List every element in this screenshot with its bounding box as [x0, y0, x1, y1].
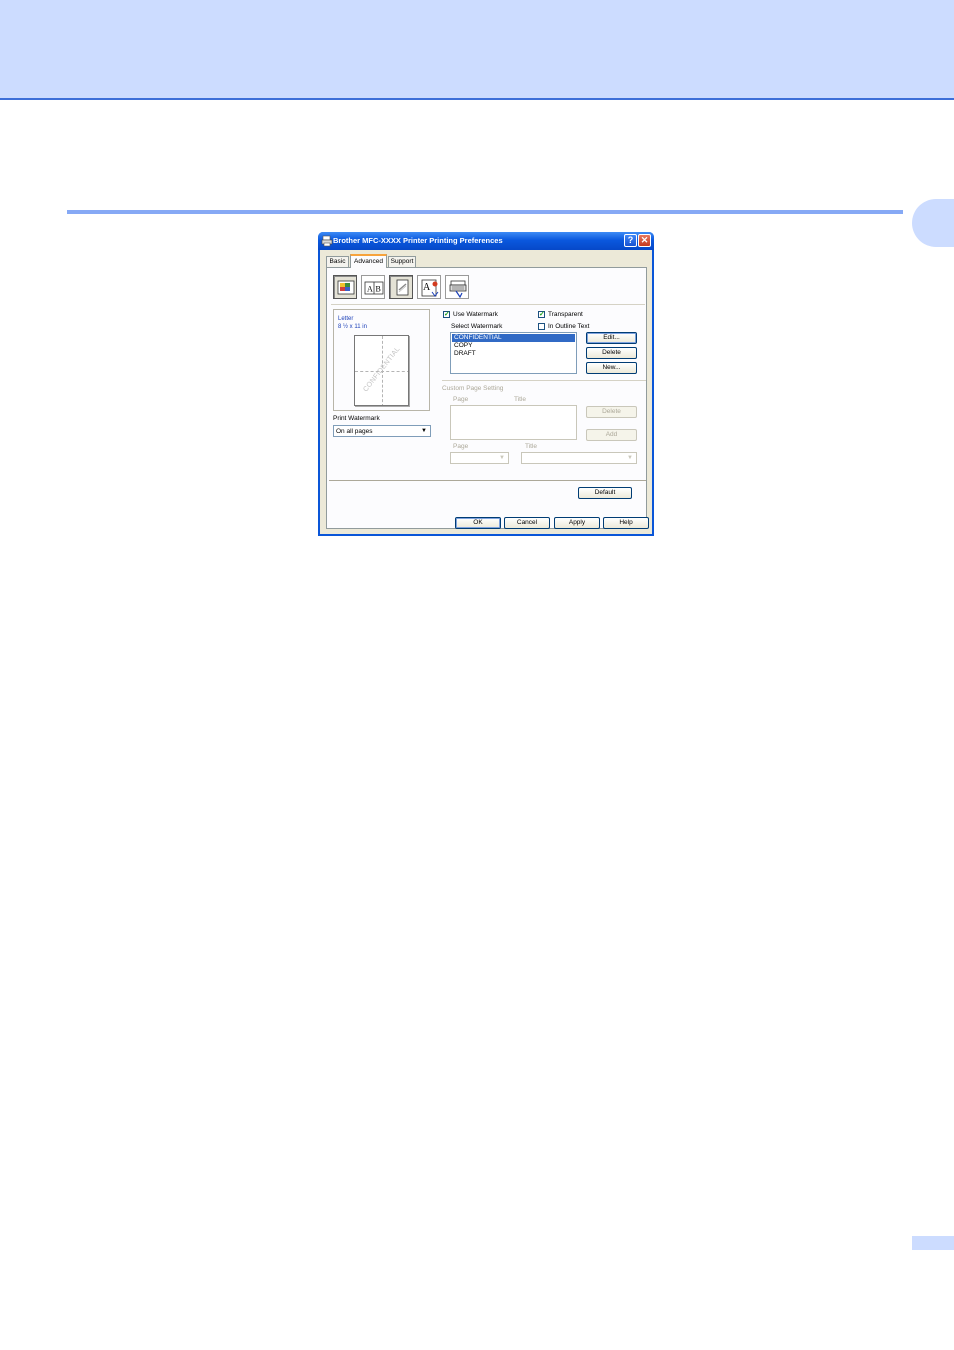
chevron-down-icon[interactable]: ▼ — [419, 427, 429, 435]
custom-page-page-col: Page — [453, 396, 469, 403]
color-icon — [337, 280, 355, 295]
svg-text:B: B — [376, 285, 381, 294]
paper-dimensions: 8 ½ x 11 in — [338, 324, 367, 330]
toolbar-color-button[interactable] — [333, 275, 357, 299]
page-header-band — [0, 0, 954, 100]
page-select-label: Page — [453, 443, 469, 450]
dialog-client: Basic Advanced Support A B A Letter 8 ½ … — [320, 250, 652, 534]
default-button[interactable]: Default — [578, 487, 632, 499]
text-layout-icon: A — [421, 279, 439, 297]
paper-size-label: Letter 8 ½ x 11 in — [338, 315, 367, 331]
tab-support[interactable]: Support — [388, 256, 416, 267]
print-watermark-value: On all pages — [336, 428, 373, 435]
ab-scaling-icon: A B — [364, 281, 384, 295]
svg-text:A: A — [423, 282, 431, 293]
use-watermark-label: Use Watermark — [453, 311, 498, 318]
watermark-preview: Letter 8 ½ x 11 in CONFIDENTIAL — [333, 309, 430, 411]
custom-delete-button[interactable]: Delete — [586, 406, 637, 418]
help-title-button[interactable]: ? — [624, 234, 637, 247]
printing-preferences-dialog: Brother MFC-XXXX Printer Printing Prefer… — [318, 232, 654, 536]
printer-icon — [321, 235, 333, 247]
toolbar-scaling-button[interactable]: A B — [361, 275, 385, 299]
page-select[interactable]: ▼ — [450, 452, 509, 464]
custom-page-title-col: Title — [514, 396, 527, 403]
default-divider — [329, 480, 646, 481]
outline-text-checkbox[interactable] — [538, 323, 545, 330]
toolbar-divider — [331, 304, 645, 305]
delete-watermark-button[interactable]: Delete — [586, 347, 637, 359]
list-item[interactable]: COPY — [452, 342, 575, 350]
device-options-icon — [449, 280, 467, 298]
use-watermark-checkbox[interactable]: ✓ — [443, 311, 450, 318]
custom-add-button[interactable]: Add — [586, 429, 637, 441]
list-item[interactable]: CONFIDENTIAL — [452, 334, 575, 342]
custom-page-divider — [442, 380, 646, 381]
dialog-title: Brother MFC-XXXX Printer Printing Prefer… — [333, 236, 503, 245]
title-select[interactable]: ▼ — [521, 452, 637, 464]
new-watermark-button[interactable]: New... — [586, 362, 637, 374]
chapter-side-tab — [912, 199, 954, 247]
edit-watermark-button[interactable]: Edit... — [586, 332, 637, 344]
advanced-tab-panel: A B A Letter 8 ½ x 11 in CONFIDENTIAL Pr… — [326, 267, 647, 529]
paper-name: Letter — [338, 316, 354, 322]
apply-button[interactable]: Apply — [554, 517, 600, 529]
chevron-down-icon[interactable]: ▼ — [497, 454, 507, 462]
transparent-label: Transparent — [548, 311, 583, 318]
toolbar-text-button[interactable]: A — [417, 275, 441, 299]
section-rule — [67, 210, 903, 214]
toolbar-watermark-button[interactable] — [389, 275, 413, 299]
print-watermark-label: Print Watermark — [333, 415, 380, 422]
select-watermark-label: Select Watermark — [451, 323, 503, 330]
svg-text:A: A — [367, 285, 373, 294]
page-number-tab — [912, 1236, 954, 1250]
tab-advanced[interactable]: Advanced — [350, 254, 387, 268]
outline-text-label: In Outline Text — [548, 323, 590, 330]
watermark-list[interactable]: CONFIDENTIAL COPY DRAFT — [450, 332, 577, 374]
list-item[interactable]: DRAFT — [452, 350, 575, 358]
ok-button[interactable]: OK — [455, 517, 501, 529]
preview-page: CONFIDENTIAL — [354, 335, 409, 406]
dialog-titlebar[interactable]: Brother MFC-XXXX Printer Printing Prefer… — [318, 232, 654, 250]
transparent-checkbox[interactable]: ✓ — [538, 311, 545, 318]
close-button[interactable]: ✕ — [638, 234, 651, 247]
custom-page-list[interactable] — [450, 405, 577, 440]
tab-basic[interactable]: Basic — [326, 256, 349, 267]
title-select-label: Title — [525, 443, 538, 450]
chevron-down-icon[interactable]: ▼ — [625, 454, 635, 462]
print-watermark-select[interactable]: On all pages ▼ — [333, 425, 431, 437]
cancel-button[interactable]: Cancel — [504, 517, 550, 529]
watermark-icon — [396, 279, 409, 296]
custom-page-label: Custom Page Setting — [442, 385, 504, 392]
help-button[interactable]: Help — [603, 517, 649, 529]
toolbar-device-options-button[interactable] — [445, 275, 469, 299]
